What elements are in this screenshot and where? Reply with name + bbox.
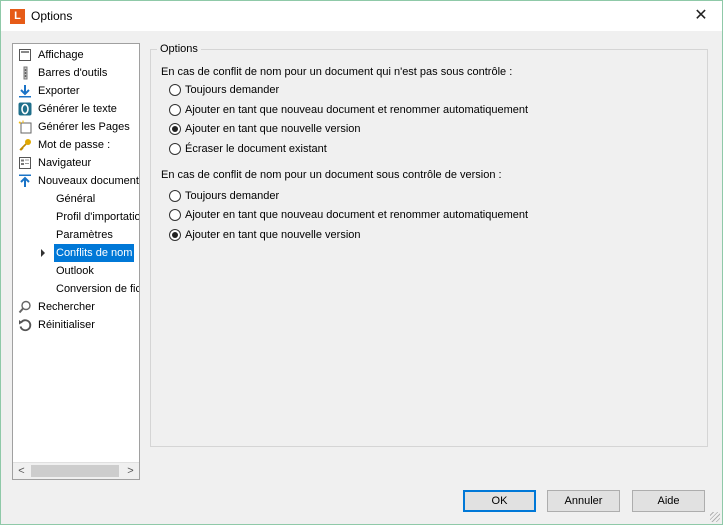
- title-bar: L Options ✕: [1, 1, 722, 31]
- tree-item-label: Profil d'importatio: [56, 211, 139, 223]
- tree-item-label: Nouveaux documents: [38, 175, 139, 187]
- tree-item-label: Conflits de nom: [54, 244, 135, 262]
- tree-item-label: Général: [56, 193, 96, 205]
- radio-button[interactable]: [169, 143, 181, 155]
- group-title: Options: [157, 43, 201, 55]
- reset-icon: [19, 319, 32, 332]
- tree-item-label: Exporter: [38, 85, 80, 97]
- tree-item-conflits-de-nom[interactable]: Conflits de nom: [13, 244, 139, 262]
- key-icon: [19, 139, 31, 151]
- tree-item-label: Rechercher: [38, 301, 95, 313]
- tree-item-label: Générer le texte: [38, 103, 117, 115]
- toolbar-icon: [23, 66, 28, 80]
- tree-item-label: Outlook: [56, 265, 94, 277]
- tree-item-conversion-fichiers[interactable]: Conversion de fic: [13, 280, 139, 298]
- tree-item-navigateur[interactable]: Navigateur: [13, 154, 139, 172]
- options-tree: Affichage Barres d'outils Exporter Génér…: [12, 43, 140, 480]
- radio-label: Toujours demander: [185, 190, 280, 202]
- tree-item-exporter[interactable]: Exporter: [13, 82, 139, 100]
- radio-label: Écraser le document existant: [185, 143, 327, 155]
- tree-item-label: Navigateur: [38, 157, 92, 169]
- tree-item-outlook[interactable]: Outlook: [13, 262, 139, 280]
- generate-pages-icon: [18, 120, 32, 134]
- radio-button[interactable]: [169, 84, 181, 96]
- tree-item-generer-pages[interactable]: Générer les Pages: [13, 118, 139, 136]
- tree-item-mot-de-passe[interactable]: Mot de passe :: [13, 136, 139, 154]
- app-logo-icon: L: [10, 9, 25, 24]
- search-icon: [18, 300, 31, 314]
- close-button[interactable]: ✕: [680, 1, 722, 31]
- tree-item-reinitialiser[interactable]: Réinitialiser: [13, 316, 139, 334]
- tree-item-parametres[interactable]: Paramètres: [13, 226, 139, 244]
- options-dialog: L Options ✕ Affichage Barres d'outils Ex…: [0, 0, 723, 525]
- question-version-controlled: En cas de conflit de nom pour un documen…: [161, 169, 502, 181]
- selected-arrow-icon: [41, 249, 45, 257]
- navigator-icon: [19, 157, 31, 169]
- options-group: Options En cas de conflit de nom pour un…: [150, 43, 708, 447]
- radio-button[interactable]: [169, 190, 181, 202]
- tree-item-rechercher[interactable]: Rechercher: [13, 298, 139, 316]
- scroll-right-icon[interactable]: >: [122, 463, 139, 479]
- tree-item-label: Réinitialiser: [38, 319, 95, 331]
- question-not-controlled: En cas de conflit de nom pour un documen…: [161, 66, 513, 78]
- radio-label: Ajouter en tant que nouvelle version: [185, 229, 361, 241]
- radio-label: Ajouter en tant que nouveau document et …: [185, 209, 529, 221]
- tree-horizontal-scrollbar[interactable]: < >: [13, 462, 139, 479]
- tree-item-nouveaux-documents[interactable]: Nouveaux documents: [13, 172, 139, 190]
- tree-item-label: Affichage: [38, 49, 84, 61]
- ok-button[interactable]: OK: [463, 490, 536, 512]
- ocr-icon: [18, 102, 32, 116]
- radio-button[interactable]: [169, 123, 181, 135]
- tree-item-general[interactable]: Général: [13, 190, 139, 208]
- tree-list: Affichage Barres d'outils Exporter Génér…: [13, 44, 139, 460]
- resize-grip-icon[interactable]: [710, 512, 720, 522]
- display-icon: [19, 49, 31, 61]
- radio-label: Ajouter en tant que nouveau document et …: [185, 104, 529, 116]
- tree-item-affichage[interactable]: Affichage: [13, 46, 139, 64]
- tree-item-profil-importation[interactable]: Profil d'importatio: [13, 208, 139, 226]
- radio-label: Ajouter en tant que nouvelle version: [185, 123, 361, 135]
- import-arrow-icon: [19, 174, 31, 187]
- radio-button[interactable]: [169, 209, 181, 221]
- scroll-left-icon[interactable]: <: [13, 463, 30, 479]
- cancel-button[interactable]: Annuler: [547, 490, 620, 512]
- help-button[interactable]: Aide: [632, 490, 705, 512]
- radio-label: Toujours demander: [185, 84, 280, 96]
- tree-item-label: Paramètres: [56, 229, 113, 241]
- radio-button[interactable]: [169, 104, 181, 116]
- tree-item-generer-texte[interactable]: Générer le texte: [13, 100, 139, 118]
- radio-button[interactable]: [169, 229, 181, 241]
- export-arrow-icon: [19, 85, 31, 98]
- tree-item-label: Barres d'outils: [38, 67, 108, 79]
- tree-item-label: Conversion de fic: [56, 283, 139, 295]
- scroll-thumb[interactable]: [31, 465, 119, 477]
- tree-item-label: Générer les Pages: [38, 121, 130, 133]
- tree-item-label: Mot de passe :: [38, 139, 111, 151]
- window-title: Options: [31, 9, 73, 23]
- tree-item-barres-outils[interactable]: Barres d'outils: [13, 64, 139, 82]
